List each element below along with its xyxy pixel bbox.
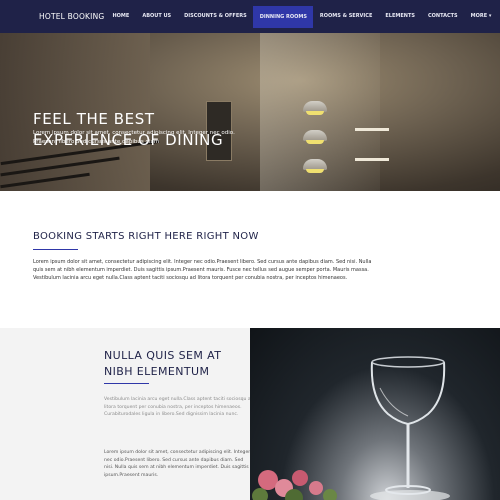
- top-navbar: HOTEL BOOKING HOME ABOUT US DISCOUNTS & …: [0, 0, 500, 33]
- menu-item-more-dropdown[interactable]: MORE ▾: [464, 0, 498, 33]
- booking-title-underline: [33, 249, 78, 250]
- hero-title-line-1: FEEL THE BEST: [33, 110, 155, 128]
- info-title-line-2: NIBH ELEMENTUM: [104, 364, 210, 378]
- wall-shelf-2: [355, 158, 389, 161]
- wall-shelf-1: [355, 128, 389, 131]
- info-title-underline: [104, 383, 149, 384]
- hero-subtitle-line-1: Lorem ipsum dolor sit amet, consectetur …: [33, 130, 235, 136]
- menu-item-dinning-rooms[interactable]: DINNING ROOMS: [253, 5, 314, 28]
- info-title-line-1: NULLA QUIS SEM AT: [104, 349, 222, 362]
- menu-item-about-us[interactable]: ABOUT US: [136, 0, 178, 33]
- info-paragraph-2: Lorem ipsum dolor sit amet, consectetur …: [104, 450, 251, 478]
- hero-subtitle-line-2: Praesent libero Sed cursus ante dapibus …: [33, 139, 160, 145]
- brand-logo-text[interactable]: HOTEL BOOKING: [39, 12, 104, 21]
- menu-item-discounts-offers[interactable]: DISCOUNTS & OFFERS: [178, 0, 254, 33]
- hero-subtitle: Lorem ipsum dolor sit amet, consectetur …: [33, 129, 273, 147]
- info-paragraph-1: Vestibulum lacinia arcu eget nulla.Class…: [104, 397, 254, 417]
- menu-item-home[interactable]: HOME: [106, 0, 136, 33]
- wine-glass-photo: [250, 328, 500, 500]
- menu-item-rooms-service[interactable]: ROOMS & SERVICE: [313, 0, 378, 33]
- booking-section-text: Lorem ipsum dolor sit amet, consectetur …: [33, 259, 372, 282]
- info-section-title: NULLA QUIS SEM AT NIBH ELEMENTUM: [104, 348, 254, 379]
- booking-section-title: BOOKING STARTS RIGHT HERE RIGHT NOW: [33, 231, 259, 242]
- menu-item-contacts[interactable]: CONTACTS: [421, 0, 464, 33]
- wine-glass-illustration: [252, 356, 450, 500]
- pendant-lamp-3: [303, 159, 327, 173]
- main-menu: HOME ABOUT US DISCOUNTS & OFFERS DINNING…: [106, 0, 498, 33]
- menu-item-elements[interactable]: ELEMENTS: [379, 0, 422, 33]
- hero-banner: FEEL THE BEST EXPERIENCE OF DINING Lorem…: [0, 33, 500, 191]
